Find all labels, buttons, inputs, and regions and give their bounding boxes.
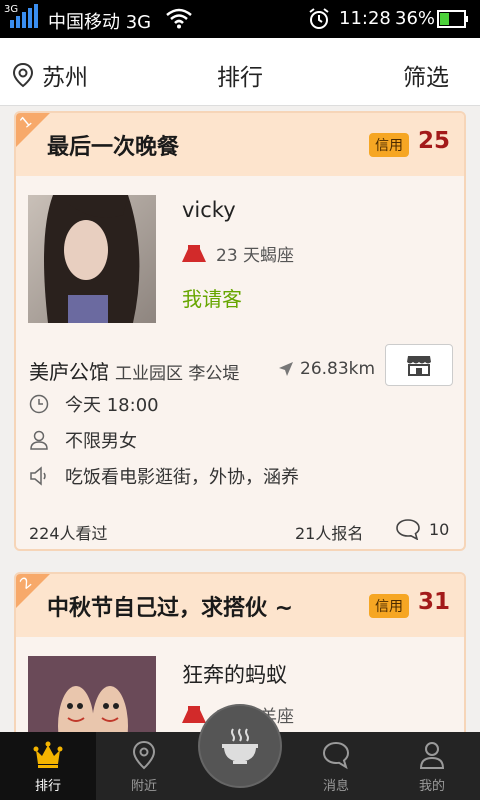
create-event-button[interactable] xyxy=(198,704,282,788)
carrier-label: 中国移动 3G xyxy=(48,12,152,33)
comment-button[interactable]: 10 xyxy=(395,518,449,540)
nav-nearby[interactable]: 附近 xyxy=(96,732,192,800)
credit-badge: 信用 xyxy=(369,133,409,157)
avatar-photo xyxy=(28,195,156,323)
speaker-icon xyxy=(30,466,46,486)
page-title: 排行 xyxy=(217,65,263,91)
distance-info: 26.83km xyxy=(278,359,375,379)
wifi-icon xyxy=(166,8,192,29)
female-skirt-icon xyxy=(182,244,206,262)
person-icon xyxy=(30,430,48,450)
event-time: 今天 18:00 xyxy=(29,391,159,417)
female-skirt-icon xyxy=(182,705,206,723)
venue-area: 工业园区 李公堤 xyxy=(115,364,240,384)
network-tag: 3G xyxy=(4,4,18,15)
venue-info: 美庐公馆 工业园区 李公堤 xyxy=(29,356,239,385)
filter-button[interactable]: 筛选 xyxy=(403,58,449,92)
location-pin-icon xyxy=(12,62,34,88)
event-card[interactable]: 1 最后一次晚餐 信用 25 vicky 23 天蝎座 我请客 美庐公馆 工业园区… xyxy=(14,111,466,551)
chat-bubble-icon xyxy=(396,519,420,540)
event-title: 最后一次晚餐 xyxy=(47,135,180,160)
location-pin-icon xyxy=(132,740,156,770)
nav-ranking[interactable]: 排行 xyxy=(0,732,96,800)
location-selector[interactable]: 苏州 xyxy=(12,58,88,92)
store-icon xyxy=(407,356,431,376)
credit-badge: 信用 xyxy=(369,594,409,618)
pay-type-label: 我请客 xyxy=(182,287,242,311)
crown-icon xyxy=(33,741,63,768)
event-title: 中秋节自己过，求搭伙 ~ xyxy=(47,596,294,621)
navigation-arrow-icon xyxy=(279,362,293,376)
chat-bubble-icon xyxy=(322,741,350,770)
user-name[interactable]: 狂奔的蚂蚁 xyxy=(182,659,287,689)
location-label: 苏州 xyxy=(42,65,88,91)
app-header: 苏州 排行 筛选 xyxy=(0,38,480,106)
gender-requirement: 不限男女 xyxy=(29,427,137,453)
comment-count: 10 xyxy=(429,519,450,539)
venue-name: 美庐公馆 xyxy=(29,360,109,384)
user-name[interactable]: vicky xyxy=(182,198,236,222)
battery-percent: 36% xyxy=(395,8,436,29)
nav-profile[interactable]: 我的 xyxy=(384,732,480,800)
avatar[interactable] xyxy=(28,195,156,323)
signal-icon: 3G xyxy=(4,4,38,28)
person-icon xyxy=(419,742,445,769)
user-age-sign: 23 天蝎座 xyxy=(182,241,294,266)
nav-messages[interactable]: 消息 xyxy=(288,732,384,800)
view-count: 224人看过 xyxy=(29,524,108,543)
rice-bowl-icon xyxy=(222,728,258,764)
store-button[interactable] xyxy=(385,344,453,386)
clock-time: 11:28 xyxy=(339,8,391,29)
credit-score: 31 xyxy=(417,589,450,615)
activity-description: 吃饭看电影逛街，外协，涵养 xyxy=(29,463,299,489)
battery-icon xyxy=(437,10,468,28)
alarm-icon xyxy=(309,8,329,29)
credit-score: 25 xyxy=(417,128,450,154)
status-bar: 3G 中国移动 3G 11:28 36% xyxy=(0,0,480,38)
signup-count: 21人报名 xyxy=(295,524,364,543)
clock-icon xyxy=(29,394,49,414)
